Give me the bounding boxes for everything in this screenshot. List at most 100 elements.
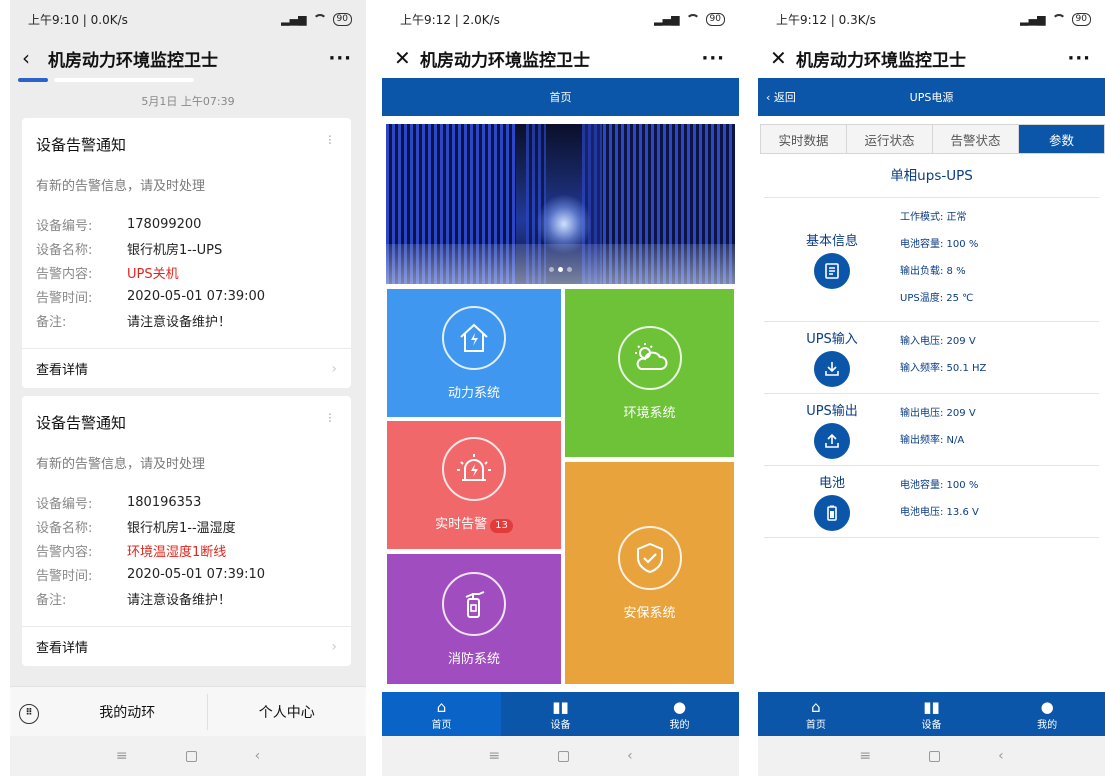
card-subtitle: 有新的告警信息，请及时处理 bbox=[36, 457, 206, 472]
param-ups-temperature: UPS温度: 25 ℃ bbox=[900, 293, 974, 304]
tab-realtime-data[interactable]: 实时数据 bbox=[761, 125, 847, 153]
bar-chart-icon: ▮▮ bbox=[552, 697, 569, 716]
signal-icon: ▂▄▆ bbox=[1020, 12, 1046, 26]
card-title: 设备告警通知 bbox=[36, 414, 127, 432]
status-time: 上午9:10 | 0.0K/s bbox=[28, 12, 128, 27]
param-input-frequency: 输入频率: 50.1 HZ bbox=[900, 363, 987, 374]
more-options-icon[interactable]: ··· bbox=[701, 48, 725, 69]
tab-devices[interactable]: ▮▮ 设备 bbox=[874, 692, 990, 736]
view-details-link[interactable]: 查看详情 › bbox=[22, 348, 351, 388]
fire-system-tile[interactable]: 消防系统 bbox=[387, 554, 561, 684]
close-icon[interactable]: ✕ bbox=[394, 46, 420, 70]
wifi-icon bbox=[1051, 13, 1066, 25]
card-title: 设备告警通知 bbox=[36, 136, 127, 154]
status-bar: 上午9:12 | 0.3K/s ▂▄▆ 90 bbox=[758, 0, 1105, 38]
ups-detail-phone-screen: 上午9:12 | 0.3K/s ▂▄▆ 90 ✕ 机房动力环境监控卫士 ··· … bbox=[758, 0, 1105, 776]
tab-running-status[interactable]: 运行状态 bbox=[847, 125, 933, 153]
bar-chart-icon: ▮▮ bbox=[923, 697, 940, 716]
close-icon[interactable]: ✕ bbox=[770, 46, 796, 70]
more-options-icon[interactable]: ··· bbox=[328, 48, 352, 69]
cloud-sun-icon bbox=[617, 325, 682, 390]
user-icon: ● bbox=[1040, 697, 1054, 716]
battery-icon: 90 bbox=[332, 12, 352, 26]
download-icon bbox=[814, 351, 850, 387]
device-id-row: 设备编号: 178099200 bbox=[36, 216, 202, 234]
tab-home[interactable]: ⌂ 首页 bbox=[382, 692, 501, 736]
realtime-alarm-tile[interactable]: 实时告警 13 bbox=[387, 421, 561, 549]
param-battery-capacity: 电池容量: 100 % bbox=[900, 480, 979, 491]
alarm-card[interactable]: 设备告警通知 ··· 有新的告警信息，请及时处理 设备编号: 178099200 … bbox=[22, 118, 351, 388]
ups-input-section: UPS输入 输入电压: 209 V 输入频率: 50.1 HZ bbox=[764, 322, 1099, 394]
back-icon[interactable]: ‹ bbox=[255, 748, 261, 764]
alarm-content-row: 告警内容: UPS关机 bbox=[36, 266, 179, 282]
title-bar: ‹ 机房动力环境监控卫士 ··· bbox=[10, 38, 366, 78]
signal-icon: ▂▄▆ bbox=[281, 12, 307, 26]
bottom-tab-bar: ⌂ 首页 ▮▮ 设备 ● 我的 bbox=[758, 692, 1105, 736]
keyboard-icon[interactable]: ⠿ bbox=[10, 699, 48, 724]
device-name-row: 设备名称: 银行机房1--温湿度 bbox=[36, 520, 236, 536]
upload-icon bbox=[814, 423, 850, 459]
previous-message-snippet bbox=[10, 78, 366, 92]
chevron-right-icon: › bbox=[331, 360, 337, 377]
device-id-row: 设备编号: 180196353 bbox=[36, 494, 202, 512]
security-system-tile[interactable]: 安保系统 bbox=[565, 462, 734, 684]
home-icon: ⌂ bbox=[811, 697, 821, 716]
carousel-dots[interactable] bbox=[386, 257, 735, 276]
card-subtitle: 有新的告警信息，请及时处理 bbox=[36, 179, 206, 194]
doc-icon bbox=[814, 253, 850, 289]
back-button[interactable]: ‹ 返回 bbox=[766, 89, 796, 105]
status-bar: 上午9:12 | 2.0K/s ▂▄▆ 90 bbox=[382, 0, 739, 38]
wifi-icon bbox=[312, 13, 327, 25]
back-icon[interactable]: ‹ bbox=[998, 748, 1004, 764]
signal-icon: ▂▄▆ bbox=[654, 12, 680, 26]
house-power-icon bbox=[442, 305, 506, 370]
param-output-frequency: 输出频率: N/A bbox=[900, 435, 965, 446]
tab-devices[interactable]: ▮▮ 设备 bbox=[501, 692, 620, 736]
view-details-link[interactable]: 查看详情 › bbox=[22, 626, 351, 666]
chat-phone-screen: 上午9:10 | 0.0K/s ▂▄▆ 90 ‹ 机房动力环境监控卫士 ··· … bbox=[10, 0, 366, 776]
param-output-load: 输出负载: 8 % bbox=[900, 266, 966, 277]
tab-parameters[interactable]: 参数 bbox=[1019, 125, 1104, 153]
chevron-right-icon: › bbox=[331, 638, 337, 655]
datacenter-banner-image[interactable] bbox=[386, 124, 735, 284]
tab-home[interactable]: ⌂ 首页 bbox=[758, 692, 874, 736]
status-time: 上午9:12 | 0.3K/s bbox=[776, 12, 876, 27]
page-header: 首页 bbox=[382, 78, 739, 116]
menu-icon[interactable]: ≡ bbox=[859, 748, 871, 764]
user-icon: ● bbox=[672, 697, 687, 716]
battery-icon bbox=[814, 495, 850, 531]
more-options-icon[interactable]: ··· bbox=[1067, 48, 1091, 69]
menu-icon[interactable]: ≡ bbox=[116, 748, 128, 764]
chat-bottom-menu: ⠿ 我的动环 个人中心 bbox=[10, 686, 366, 736]
home-square-icon[interactable] bbox=[558, 750, 570, 762]
segment-tabs: 实时数据 运行状态 告警状态 参数 bbox=[760, 124, 1105, 154]
tab-mine[interactable]: ● 我的 bbox=[620, 692, 739, 736]
menu-my-dynamic[interactable]: 我的动环 bbox=[48, 702, 207, 722]
status-bar: 上午9:10 | 0.0K/s ▂▄▆ 90 bbox=[10, 0, 366, 38]
back-icon[interactable]: ‹ bbox=[627, 748, 633, 764]
alarm-siren-icon bbox=[442, 437, 506, 501]
home-square-icon[interactable] bbox=[929, 750, 941, 762]
wifi-icon bbox=[685, 13, 700, 25]
tab-alarm-status[interactable]: 告警状态 bbox=[933, 125, 1019, 153]
message-timestamp: 5月1日 上午07:39 bbox=[141, 95, 235, 108]
param-work-mode: 工作模式: 正常 bbox=[900, 212, 967, 223]
environment-system-tile[interactable]: 环境系统 bbox=[565, 289, 734, 457]
alarm-time-row: 告警时间: 2020-05-01 07:39:00 bbox=[36, 288, 266, 306]
home-square-icon[interactable] bbox=[185, 750, 197, 762]
page-header: ‹ 返回 UPS电源 bbox=[758, 78, 1105, 116]
menu-personal-center[interactable]: 个人中心 bbox=[208, 702, 367, 722]
card-menu-icon[interactable]: ··· bbox=[321, 412, 337, 433]
page-title: 机房动力环境监控卫士 bbox=[48, 50, 218, 71]
tab-mine[interactable]: ● 我的 bbox=[989, 692, 1105, 736]
menu-icon[interactable]: ≡ bbox=[488, 748, 500, 764]
back-chevron-icon[interactable]: ‹ bbox=[22, 46, 48, 70]
alarm-card[interactable]: 设备告警通知 ··· 有新的告警信息，请及时处理 设备编号: 180196353 … bbox=[22, 396, 351, 666]
power-system-tile[interactable]: 动力系统 bbox=[387, 289, 561, 417]
battery-section: 电池 电池容量: 100 % 电池电压: 13.6 V bbox=[764, 466, 1099, 538]
alarm-count-badge: 13 bbox=[490, 519, 513, 533]
alarm-content-row: 告警内容: 环境温湿度1断线 bbox=[36, 544, 227, 560]
system-nav-bar: ≡ ‹ bbox=[382, 736, 739, 776]
card-menu-icon[interactable]: ··· bbox=[321, 134, 337, 155]
device-title: 单相ups-UPS bbox=[764, 154, 1099, 198]
